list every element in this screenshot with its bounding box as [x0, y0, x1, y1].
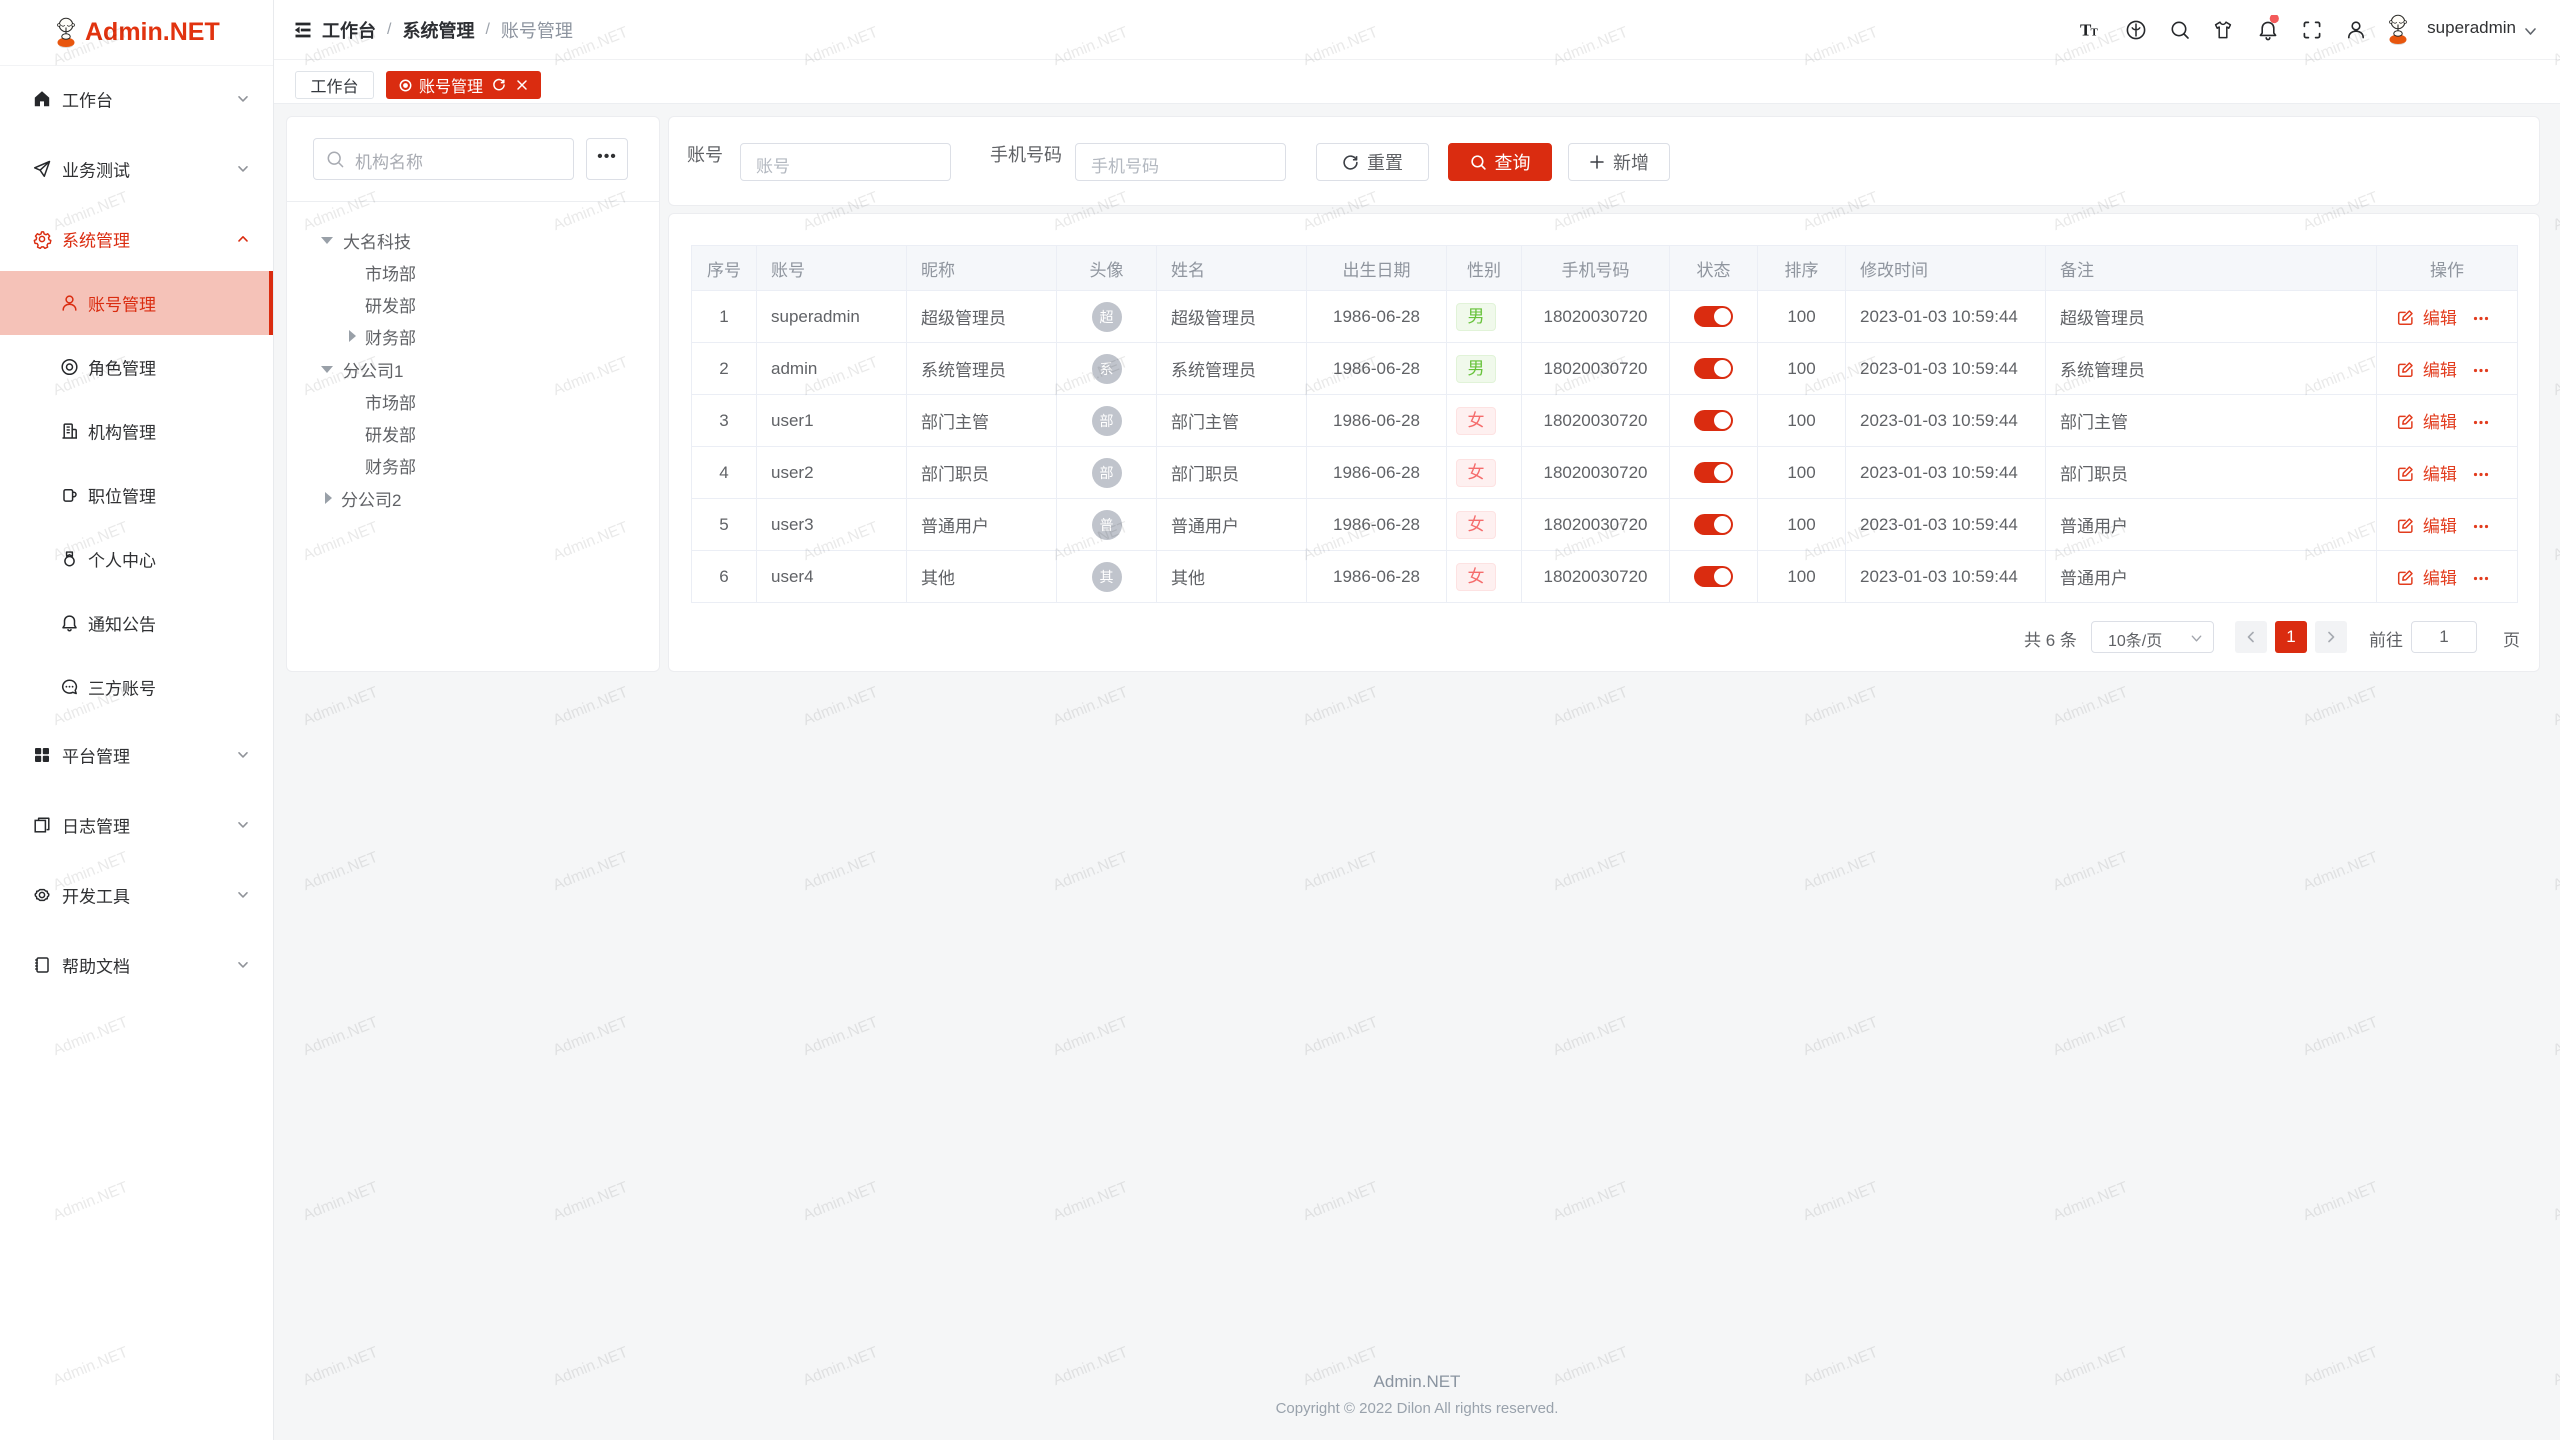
svg-text:T: T	[2091, 27, 2099, 39]
